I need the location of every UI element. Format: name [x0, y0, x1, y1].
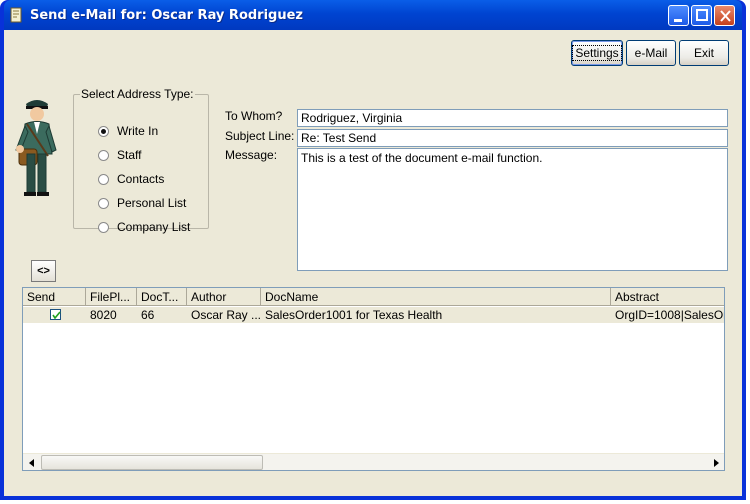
column-header-abstract[interactable]: Abstract [611, 288, 724, 306]
column-header-doctype[interactable]: DocT... [137, 288, 187, 306]
title-bar[interactable]: Send e-Mail for: Oscar Ray Rodriguez [4, 0, 742, 30]
message-label: Message: [225, 148, 278, 162]
cell-fileplan: 8020 [90, 308, 117, 322]
radio-label: Staff [117, 148, 142, 162]
column-header-author[interactable]: Author [187, 288, 261, 306]
minimize-button[interactable] [668, 5, 689, 26]
scroll-thumb[interactable] [41, 455, 263, 470]
subject-field[interactable]: Re: Test Send [297, 129, 728, 147]
left-arrow-icon [28, 458, 34, 467]
document-icon [10, 7, 22, 23]
to-field[interactable]: Rodriguez, Virginia [297, 109, 728, 127]
close-button[interactable] [714, 5, 735, 26]
cell-doctype: 66 [141, 308, 155, 322]
radio-personal-list[interactable]: Personal List [98, 196, 186, 210]
radio-label: Contacts [117, 172, 165, 186]
send-checkbox[interactable] [50, 309, 61, 320]
radio-label: Company List [117, 220, 191, 234]
radio-company-list[interactable]: Company List [98, 220, 190, 234]
radio-contacts[interactable]: Contacts [98, 172, 164, 186]
cell-author: Oscar Ray ... [191, 308, 261, 322]
settings-label: Settings [572, 45, 622, 61]
radio-staff[interactable]: Staff [98, 148, 141, 162]
settings-button[interactable]: Settings [571, 40, 623, 66]
checkmark-icon [52, 311, 61, 320]
radio-button[interactable] [98, 221, 109, 233]
email-button[interactable]: e-Mail [626, 40, 676, 66]
cell-abstract: OrgID=1008|SalesOrde [615, 308, 724, 322]
window-title: Send e-Mail for: Oscar Ray Rodriguez [30, 8, 303, 23]
mailman-icon [15, 100, 57, 196]
column-header-send[interactable]: Send [23, 288, 86, 306]
radio-label: Write In [117, 124, 159, 138]
minimize-icon [674, 19, 682, 22]
radio-button[interactable] [98, 197, 109, 209]
radio-write-in[interactable]: Write In [98, 124, 158, 138]
radio-button[interactable] [98, 149, 109, 161]
to-label: To Whom? [225, 109, 283, 123]
client-area: Settings e-Mail Exit Select Address Type… [4, 30, 742, 496]
horizontal-scrollbar[interactable] [23, 453, 724, 470]
address-type-legend: Select Address Type: [81, 87, 194, 101]
column-header-docname[interactable]: DocName [261, 288, 611, 306]
radio-button[interactable] [98, 125, 109, 137]
subject-label: Subject Line: [225, 129, 295, 143]
column-header-fileplan[interactable]: FilePl... [86, 288, 137, 306]
close-icon [720, 10, 731, 22]
grid-header: Send FilePl... DocT... Author DocName Ab… [23, 288, 724, 306]
table-row[interactable]: 8020 66 Oscar Ray ... SalesOrder1001 for… [23, 307, 724, 323]
address-type-group: Select Address Type: Write In Staff Cont… [73, 87, 209, 234]
toggle-button[interactable]: <> [31, 260, 56, 282]
right-arrow-icon [713, 458, 719, 467]
documents-grid: Send FilePl... DocT... Author DocName Ab… [22, 287, 725, 471]
radio-button[interactable] [98, 173, 109, 185]
exit-button[interactable]: Exit [679, 40, 729, 66]
message-textarea[interactable]: This is a test of the document e-mail fu… [297, 148, 728, 271]
email-window: Send e-Mail for: Oscar Ray Rodriguez Set… [0, 0, 746, 500]
scroll-right-button[interactable] [707, 454, 724, 470]
scroll-left-button[interactable] [23, 454, 40, 470]
radio-label: Personal List [117, 196, 187, 210]
cell-docname: SalesOrder1001 for Texas Health [265, 308, 443, 322]
maximize-button[interactable] [691, 5, 712, 26]
maximize-icon [696, 9, 708, 21]
